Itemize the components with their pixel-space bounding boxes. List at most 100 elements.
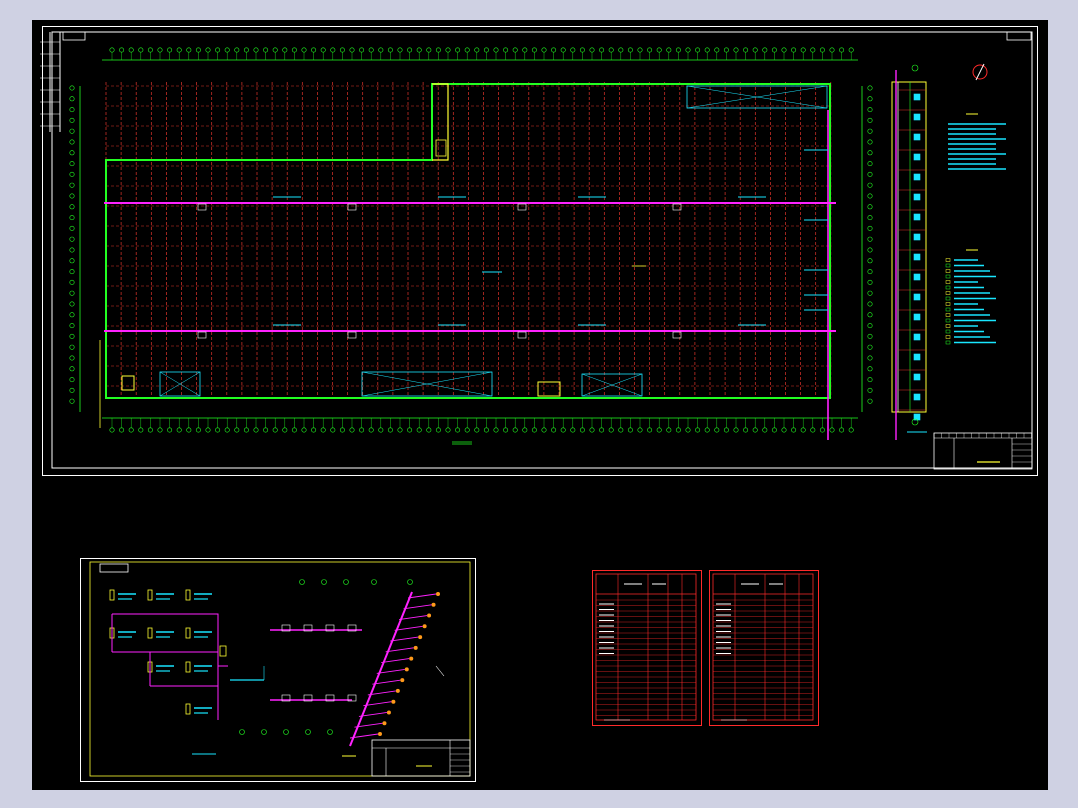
axis-bubble-top bbox=[503, 47, 509, 53]
axis-bubble-top bbox=[704, 47, 710, 53]
axis-bubble-top bbox=[167, 47, 173, 53]
stair-bottom-left bbox=[121, 375, 135, 391]
axis-bubble-bottom bbox=[445, 427, 451, 433]
axis-bubble-top bbox=[819, 47, 825, 53]
legend-symbol bbox=[945, 263, 951, 268]
legend-symbol bbox=[945, 296, 951, 301]
axis-bubble-bottom bbox=[301, 427, 307, 433]
axis-bubble-left bbox=[69, 377, 75, 383]
axis-bubble-right bbox=[867, 139, 873, 145]
axis-bubble-bottom bbox=[138, 427, 144, 433]
axis-bubble-top bbox=[666, 47, 672, 53]
axis-bubble-top bbox=[426, 47, 432, 53]
axis-bubble-bottom bbox=[608, 427, 614, 433]
axis-bubble-right bbox=[867, 128, 873, 134]
section-device bbox=[913, 93, 921, 101]
axis-bubble-bottom bbox=[839, 427, 845, 433]
axis-bubble-top bbox=[762, 47, 768, 53]
sprinkler-head-icon bbox=[431, 602, 436, 607]
stair-box bbox=[435, 139, 447, 157]
axis-bubble-left bbox=[69, 139, 75, 145]
axis-bubble-top bbox=[339, 47, 345, 53]
axis-bubble-top bbox=[589, 47, 595, 53]
axis-bubble-bottom bbox=[435, 427, 441, 433]
axis-bubble-left bbox=[69, 398, 75, 404]
axis-bubble-bottom bbox=[541, 427, 547, 433]
axis-bubble-left bbox=[69, 161, 75, 167]
axis-bubble-top bbox=[752, 47, 758, 53]
axis-bubble-right bbox=[867, 193, 873, 199]
axis-bubble-bottom bbox=[752, 427, 758, 433]
axis-bubble-bottom bbox=[147, 427, 153, 433]
stair-bottom-mid bbox=[537, 381, 561, 397]
axis-bubble-bottom bbox=[743, 427, 749, 433]
axis-bubble-top bbox=[397, 47, 403, 53]
axis-bubble-bottom bbox=[407, 427, 413, 433]
axis-bubble-bottom bbox=[291, 427, 297, 433]
axis-bubble-bottom bbox=[320, 427, 326, 433]
axis-bubble-top bbox=[186, 47, 192, 53]
axis-bubble-bottom bbox=[819, 427, 825, 433]
axis-bubble-right bbox=[867, 355, 873, 361]
title-block bbox=[933, 432, 1033, 470]
cad-drawing-canvas[interactable] bbox=[32, 20, 1048, 790]
sprinkler-head-icon bbox=[378, 732, 382, 736]
axis-bubble-top bbox=[435, 47, 441, 53]
axis-bubble-bottom bbox=[647, 427, 653, 433]
legend-symbol bbox=[945, 307, 951, 312]
axis-bubble-bottom bbox=[733, 427, 739, 433]
axis-bubble-bottom bbox=[387, 427, 393, 433]
axis-bubble-top bbox=[522, 47, 528, 53]
sprinkler-head-icon bbox=[382, 721, 387, 726]
section-bubble-top bbox=[911, 64, 919, 72]
axis-bubble-bottom bbox=[637, 427, 643, 433]
building-outline bbox=[105, 83, 831, 399]
axis-bubble-top bbox=[224, 47, 230, 53]
axis-bubble-left bbox=[69, 215, 75, 221]
axis-bubble-top bbox=[829, 47, 835, 53]
axis-bubble-bottom bbox=[512, 427, 518, 433]
axis-bubble-bottom bbox=[551, 427, 557, 433]
axis-bubble-bottom bbox=[656, 427, 662, 433]
axis-bubble-bottom bbox=[464, 427, 470, 433]
axis-bubble-top bbox=[176, 47, 182, 53]
legend-symbol bbox=[945, 291, 951, 295]
axis-bubble-top bbox=[714, 47, 720, 53]
axis-bubble-right bbox=[867, 247, 873, 253]
axis-bubble-bottom bbox=[503, 427, 509, 433]
axis-bubble-top bbox=[349, 47, 355, 53]
axis-bubble-bottom bbox=[186, 427, 192, 433]
riser-fan-branch bbox=[407, 593, 437, 599]
axis-bubble-left bbox=[69, 225, 75, 231]
axis-bubble-left bbox=[69, 107, 75, 113]
axis-bubble-top bbox=[512, 47, 518, 53]
axis-bubble-top bbox=[791, 47, 797, 53]
axis-bubble-bottom bbox=[483, 427, 489, 433]
equipment-table-1-frame bbox=[595, 573, 697, 721]
axis-bubble-bottom bbox=[579, 427, 585, 433]
riser-note-marker bbox=[435, 665, 445, 677]
axis-bubble-bottom bbox=[128, 427, 134, 433]
axis-bubble-top bbox=[627, 47, 633, 53]
axis-bubble-left bbox=[69, 387, 75, 393]
equipment-table-2-frame bbox=[712, 573, 814, 721]
axis-bubble-bottom bbox=[243, 427, 249, 433]
axis-bubble-bottom bbox=[426, 427, 432, 433]
riser-title-block bbox=[371, 739, 471, 777]
sprinkler-head-icon bbox=[436, 592, 440, 596]
legend-symbol bbox=[945, 329, 951, 334]
axis-bubble-top bbox=[579, 47, 585, 53]
section-device bbox=[913, 353, 921, 361]
axis-bubble-bottom bbox=[378, 427, 384, 433]
section-device bbox=[913, 233, 921, 241]
axis-bubble-bottom bbox=[695, 427, 701, 433]
axis-bubble-top bbox=[368, 47, 374, 53]
section-device bbox=[913, 393, 921, 401]
axis-bubble-left bbox=[69, 301, 75, 307]
axis-bubble-bottom bbox=[791, 427, 797, 433]
axis-bubble-right bbox=[867, 290, 873, 296]
axis-bubble-bottom bbox=[416, 427, 422, 433]
axis-bubble-bottom bbox=[531, 427, 537, 433]
axis-bubble-bottom bbox=[685, 427, 691, 433]
axis-bubble-top bbox=[781, 47, 787, 53]
